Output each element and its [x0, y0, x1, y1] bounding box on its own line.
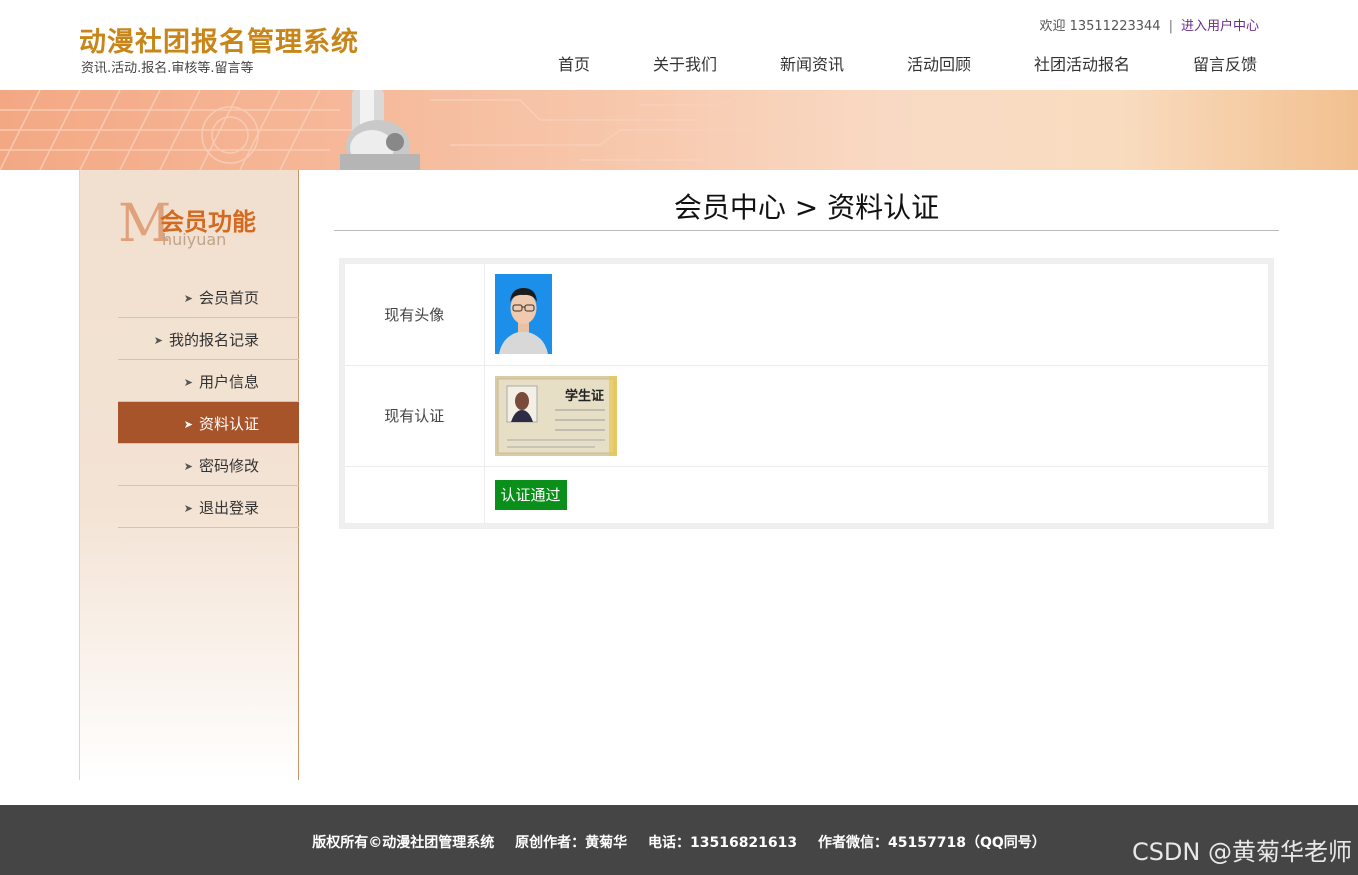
sidebar-item-label: 用户信息	[198, 373, 259, 391]
member-menu: ➤ 会员首页 ➤ 我的报名记录 ➤ 用户信息 ➤ 资料认证 ➤ 密码修改 ➤ 退出登录	[118, 276, 299, 528]
avatar-cell	[484, 264, 1268, 366]
footer-author: 原创作者：黄菊华	[515, 835, 628, 851]
sidebar-item-member-home[interactable]: ➤ 会员首页	[118, 276, 299, 318]
separator: |	[1168, 19, 1173, 34]
footer-wechat: 作者微信：45157718（QQ同号）	[818, 835, 1046, 851]
user-bar: 欢迎 13511223344 | 进入用户中心	[1039, 15, 1259, 34]
sidebar-item-user-info[interactable]: ➤ 用户信息	[118, 360, 299, 402]
sidebar-item-signup-records[interactable]: ➤ 我的报名记录	[118, 318, 299, 360]
verification-status-badge: 认证通过	[494, 479, 567, 510]
chevron-right-icon: ➤	[183, 418, 193, 431]
banner-graphic	[0, 90, 800, 170]
nav-about[interactable]: 关于我们	[653, 51, 717, 75]
verification-panel: 现有头像 现有认证 学生证 认证通过	[339, 258, 1274, 529]
sidebar-item-label: 资料认证	[198, 415, 259, 433]
table-row: 认证通过	[345, 466, 1268, 523]
nav-club-signup[interactable]: 社团活动报名	[1034, 51, 1130, 75]
logo-pinyin: huiyuan	[162, 230, 227, 249]
member-function-logo: M 会员功能 huiyuan	[118, 198, 278, 252]
member-sidebar: M 会员功能 huiyuan ➤ 会员首页 ➤ 我的报名记录 ➤ 用户信息 ➤ 资料认证…	[79, 170, 299, 780]
avatar	[494, 274, 552, 355]
certification-label: 现有认证	[345, 365, 485, 467]
sidebar-item-label: 退出登录	[198, 499, 259, 517]
chevron-right-icon: ➤	[183, 292, 193, 305]
welcome-text: 欢迎 13511223344	[1039, 19, 1161, 34]
avatar-label: 现有头像	[345, 264, 485, 366]
table-row: 现有认证 学生证	[345, 365, 1268, 467]
table-row: 现有头像	[345, 264, 1268, 366]
nav-news[interactable]: 新闻资讯	[780, 51, 844, 75]
status-cell: 认证通过	[484, 466, 1268, 523]
chevron-right-icon: ➤	[183, 502, 193, 515]
header: 动漫社团报名管理系统 资讯.活动.报名.审核等.留言等 欢迎 135112233…	[0, 0, 1358, 90]
sidebar-item-verification[interactable]: ➤ 资料认证	[118, 402, 299, 444]
chevron-right-icon: ➤	[153, 334, 163, 347]
sidebar-item-label: 密码修改	[198, 457, 259, 475]
page-title: 会员中心 > 资料认证	[334, 186, 1279, 231]
chevron-right-icon: ➤	[183, 376, 193, 389]
footer-phone: 电话：13516821613	[647, 835, 798, 851]
sidebar-item-label: 会员首页	[198, 289, 259, 307]
footer: 版权所有©动漫社团管理系统 原创作者：黄菊华 电话：13516821613 作者…	[0, 805, 1358, 875]
robot-arm-image	[340, 90, 420, 170]
status-label	[345, 466, 485, 523]
verification-table: 现有头像 现有认证 学生证 认证通过	[345, 264, 1268, 523]
nav-home[interactable]: 首页	[558, 51, 590, 75]
sidebar-item-label: 我的报名记录	[168, 331, 259, 349]
sidebar-item-password[interactable]: ➤ 密码修改	[118, 444, 299, 486]
csdn-watermark: CSDN @黄菊华老师	[1131, 838, 1352, 866]
user-center-link[interactable]: 进入用户中心	[1181, 19, 1259, 34]
footer-copyright: 版权所有©动漫社团管理系统	[312, 835, 495, 851]
nav-feedback[interactable]: 留言反馈	[1193, 51, 1257, 75]
sidebar-item-logout[interactable]: ➤ 退出登录	[118, 486, 299, 528]
certification-cell: 学生证	[484, 365, 1268, 467]
avatar-image	[494, 274, 552, 355]
header-banner	[0, 90, 1358, 170]
student-card-title: 学生证	[565, 388, 604, 404]
nav-activity-review[interactable]: 活动回顾	[907, 51, 971, 75]
main-nav: 首页 关于我们 新闻资讯 活动回顾 社团活动报名 留言反馈	[0, 51, 1358, 75]
chevron-right-icon: ➤	[183, 460, 193, 473]
student-card-image: 学生证	[494, 375, 617, 456]
